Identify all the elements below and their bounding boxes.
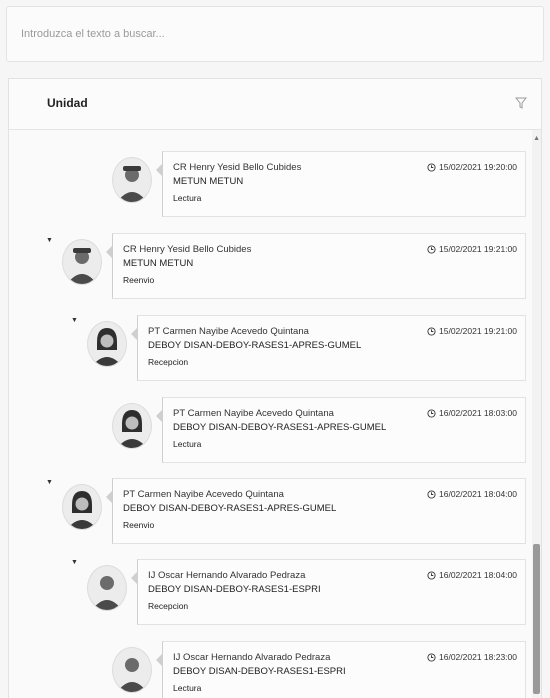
collapse-caret-icon[interactable]: ▼ xyxy=(71,559,78,566)
sender-unit: METUN METUN xyxy=(173,176,244,187)
clock-icon xyxy=(427,489,436,499)
search-input[interactable] xyxy=(7,7,543,61)
message-bubble: PT Carmen Nayibe Acevedo Quintana DEBOY … xyxy=(131,315,526,381)
clock-icon xyxy=(427,570,436,580)
avatar-male-officer xyxy=(87,565,127,611)
sender-name: PT Carmen Nayibe Acevedo Quintana xyxy=(173,408,334,419)
message-action: Reenvio xyxy=(123,520,155,530)
message-action: Lectura xyxy=(173,439,202,449)
message-timestamp: 15/02/2021 19:21:00 xyxy=(439,244,517,254)
clock-icon xyxy=(427,408,436,418)
message-time: 16/02/2021 18:04:00 xyxy=(427,570,517,580)
search-box[interactable] xyxy=(6,6,544,62)
filter-icon[interactable] xyxy=(515,97,527,109)
message-action: Lectura xyxy=(173,683,202,693)
message-bubble: CR Henry Yesid Bello Cubides METUN METUN… xyxy=(156,151,526,217)
sender-name: PT Carmen Nayibe Acevedo Quintana xyxy=(148,326,309,337)
sender-name: CR Henry Yesid Bello Cubides xyxy=(173,162,302,173)
sender-unit: DEBOY DISAN-DEBOY-RASES1-APRES-GUMEL xyxy=(123,503,337,514)
message-bubble: CR Henry Yesid Bello Cubides METUN METUN… xyxy=(106,233,526,299)
message-bubble: PT Carmen Nayibe Acevedo Quintana DEBOY … xyxy=(156,397,526,463)
message-timestamp: 16/02/2021 18:04:00 xyxy=(439,570,517,580)
avatar-female-officer xyxy=(87,321,127,367)
message-action: Recepcion xyxy=(148,357,189,367)
clock-icon xyxy=(427,244,436,254)
message-bubble: PT Carmen Nayibe Acevedo Quintana DEBOY … xyxy=(106,478,526,544)
collapse-caret-icon[interactable]: ▼ xyxy=(46,237,53,244)
message-action: Reenvio xyxy=(123,275,155,285)
message-timestamp: 16/02/2021 18:23:00 xyxy=(439,652,517,662)
sender-name: IJ Oscar Hernando Alvarado Pedraza xyxy=(148,570,306,581)
clock-icon xyxy=(427,162,436,172)
message-time: 15/02/2021 19:20:00 xyxy=(427,162,517,172)
collapse-caret-icon[interactable]: ▼ xyxy=(71,317,78,324)
sender-unit: DEBOY DISAN-DEBOY-RASES1-APRES-GUMEL xyxy=(173,422,387,433)
avatar-male-officer xyxy=(112,157,152,203)
sender-unit: DEBOY DISAN-DEBOY-RASES1-APRES-GUMEL xyxy=(148,340,362,351)
panel-title: Unidad xyxy=(47,96,88,110)
scroll-up-arrow-icon[interactable]: ▲ xyxy=(533,135,540,142)
message-timestamp: 16/02/2021 18:04:00 xyxy=(439,489,517,499)
avatar-male-officer xyxy=(62,239,102,285)
collapse-caret-icon[interactable]: ▼ xyxy=(46,479,53,486)
message-timestamp: 15/02/2021 19:21:00 xyxy=(439,326,517,336)
sender-unit: DEBOY DISAN-DEBOY-RASES1-ESPRI xyxy=(148,584,321,595)
message-action: Lectura xyxy=(173,193,202,203)
clock-icon xyxy=(427,652,436,662)
avatar-male-officer xyxy=(112,647,152,693)
message-bubble: IJ Oscar Hernando Alvarado Pedraza DEBOY… xyxy=(156,641,526,698)
message-timestamp: 15/02/2021 19:20:00 xyxy=(439,162,517,172)
sender-name: PT Carmen Nayibe Acevedo Quintana xyxy=(123,489,284,500)
panel-header: Unidad xyxy=(9,79,541,130)
message-time: 15/02/2021 19:21:00 xyxy=(427,244,517,254)
message-bubble: IJ Oscar Hernando Alvarado Pedraza DEBOY… xyxy=(131,559,526,625)
message-time: 16/02/2021 18:04:00 xyxy=(427,489,517,499)
message-time: 16/02/2021 18:03:00 xyxy=(427,408,517,418)
avatar-female-officer xyxy=(62,484,102,530)
message-action: Recepcion xyxy=(148,601,189,611)
message-time: 16/02/2021 18:23:00 xyxy=(427,652,517,662)
unit-panel: Unidad ▲ CR Henry Yesid Bello Cubides ME… xyxy=(8,78,542,698)
sender-name: IJ Oscar Hernando Alvarado Pedraza xyxy=(173,652,331,663)
scrollbar-thumb[interactable] xyxy=(533,544,540,694)
avatar-female-officer xyxy=(112,403,152,449)
sender-unit: METUN METUN xyxy=(123,258,194,269)
sender-unit: DEBOY DISAN-DEBOY-RASES1-ESPRI xyxy=(173,666,346,677)
sender-name: CR Henry Yesid Bello Cubides xyxy=(123,244,252,255)
clock-icon xyxy=(427,326,436,336)
message-timestamp: 16/02/2021 18:03:00 xyxy=(439,408,517,418)
message-time: 15/02/2021 19:21:00 xyxy=(427,326,517,336)
